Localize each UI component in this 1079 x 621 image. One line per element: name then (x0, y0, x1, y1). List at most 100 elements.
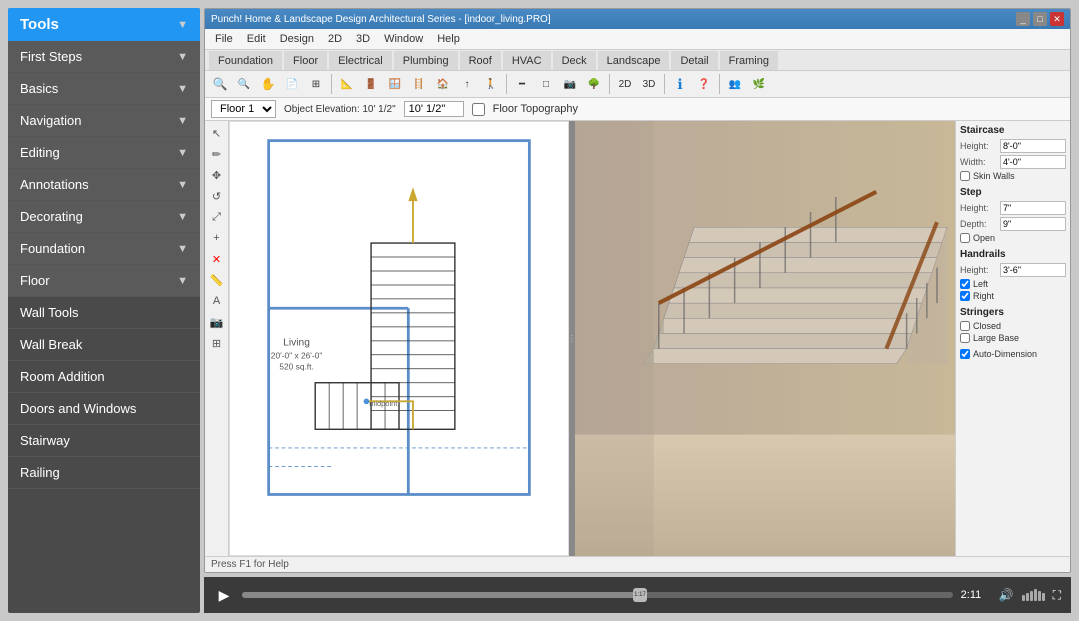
select-tool-icon[interactable]: ↖ (207, 123, 227, 143)
left-checkbox[interactable] (960, 279, 970, 289)
camera2-tool-icon[interactable]: 📷 (207, 312, 227, 332)
handrails-section: Handrails Height: Left Right (960, 249, 1066, 301)
sidebar-item-basics[interactable]: Basics ▼ (8, 73, 200, 105)
sidebar-item-foundation[interactable]: Foundation ▼ (8, 233, 200, 265)
tab-electrical[interactable]: Electrical (329, 51, 392, 70)
measure-tool-icon[interactable]: 📏 (207, 270, 227, 290)
object-elevation-input[interactable] (404, 101, 464, 117)
view-3d-icon[interactable]: 3D (638, 73, 660, 95)
box-icon[interactable]: □ (535, 73, 557, 95)
closed-checkbox[interactable] (960, 321, 970, 331)
floor-select[interactable]: Floor 1 (211, 100, 276, 118)
sidebar-item-navigation[interactable]: Navigation ▼ (8, 105, 200, 137)
step-depth-input[interactable] (1000, 217, 1066, 231)
info-icon[interactable]: ℹ (669, 73, 691, 95)
scale-tool-icon[interactable]: ⤢ (207, 207, 227, 227)
progress-thumb[interactable]: 1:17 (633, 588, 647, 602)
tab-roof[interactable]: Roof (460, 51, 501, 70)
door-icon[interactable]: 🚪 (360, 73, 382, 95)
draw-wall-icon[interactable]: 📐 (336, 73, 358, 95)
vol-bar-3 (1030, 591, 1033, 601)
play-button[interactable]: ▶ (214, 585, 234, 605)
pipe-icon[interactable]: ━ (511, 73, 533, 95)
sidebar-item-wall-break[interactable]: Wall Break (8, 329, 200, 361)
height-input[interactable] (1000, 139, 1066, 153)
zoom-in-icon[interactable]: 🔍 (209, 73, 231, 95)
room-icon[interactable]: 🏠 (432, 73, 454, 95)
document-icon[interactable]: 📄 (281, 73, 303, 95)
grid-icon[interactable]: ⊞ (305, 73, 327, 95)
menu-design[interactable]: Design (274, 31, 320, 47)
sidebar-item-railing[interactable]: Railing (8, 457, 200, 489)
rotate-tool-icon[interactable]: ↺ (207, 186, 227, 206)
right-checkbox[interactable] (960, 291, 970, 301)
tree-icon[interactable]: 🌳 (583, 73, 605, 95)
sidebar-item-decorating[interactable]: Decorating ▼ (8, 201, 200, 233)
volume-icon[interactable]: 🔊 (999, 588, 1014, 602)
sidebar-item-label: Doors and Windows (20, 401, 136, 416)
sidebar-item-stairway[interactable]: Stairway (8, 425, 200, 457)
menu-edit[interactable]: Edit (241, 31, 272, 47)
menu-window[interactable]: Window (378, 31, 429, 47)
landscape-icon[interactable]: 🌿 (748, 73, 770, 95)
width-input[interactable] (1000, 155, 1066, 169)
sidebar-item-editing[interactable]: Editing ▼ (8, 137, 200, 169)
menu-help[interactable]: Help (431, 31, 466, 47)
skin-walls-row: Skin Walls (960, 171, 1066, 181)
view-2d-icon[interactable]: 2D (614, 73, 636, 95)
status-bar: Press F1 for Help (205, 556, 1070, 572)
sidebar-item-doors-windows[interactable]: Doors and Windows (8, 393, 200, 425)
delete-tool-icon[interactable]: ✕ (207, 249, 227, 269)
tab-landscape[interactable]: Landscape (598, 51, 670, 70)
person-icon[interactable]: 🚶 (480, 73, 502, 95)
handrails-height-input[interactable] (1000, 263, 1066, 277)
stringers-section: Stringers Closed Large Base (960, 307, 1066, 343)
auto-dimension-checkbox[interactable] (960, 349, 970, 359)
menu-3d[interactable]: 3D (350, 31, 376, 47)
progress-bar[interactable]: 1:17 (242, 592, 953, 598)
step-height-input[interactable] (1000, 201, 1066, 215)
right-row: Right (960, 291, 1066, 301)
maximize-button[interactable]: □ (1033, 12, 1047, 26)
skin-walls-checkbox[interactable] (960, 171, 970, 181)
tab-detail[interactable]: Detail (671, 51, 717, 70)
tab-deck[interactable]: Deck (553, 51, 596, 70)
people-icon[interactable]: 👥 (724, 73, 746, 95)
tab-foundation[interactable]: Foundation (209, 51, 282, 70)
step-section: Step Height: Depth: Open (960, 187, 1066, 243)
edit-tool-icon[interactable]: ✏ (207, 144, 227, 164)
menu-file[interactable]: File (209, 31, 239, 47)
help-icon[interactable]: ❓ (693, 73, 715, 95)
open-checkbox[interactable] (960, 233, 970, 243)
chevron-icon: ▼ (177, 51, 188, 63)
sidebar-tools-header[interactable]: Tools ▼ (8, 8, 200, 41)
pan-icon[interactable]: ✋ (257, 73, 279, 95)
window-icon[interactable]: 🪟 (384, 73, 406, 95)
floor-topography-checkbox[interactable] (472, 103, 485, 116)
large-base-checkbox[interactable] (960, 333, 970, 343)
grid2-tool-icon[interactable]: ⊞ (207, 333, 227, 353)
sidebar-item-annotations[interactable]: Annotations ▼ (8, 169, 200, 201)
zoom-out-icon[interactable]: 🔍 (233, 73, 255, 95)
sidebar-item-wall-tools[interactable]: Wall Tools (8, 297, 200, 329)
menu-2d[interactable]: 2D (322, 31, 348, 47)
draw-tool-icon[interactable]: + (207, 228, 227, 248)
stairs-icon[interactable]: 🪜 (408, 73, 430, 95)
canvas-area[interactable]: Living 20'-0" x 26'-0" 520 sq.ft. midpoi… (229, 121, 569, 556)
sidebar-item-first-steps[interactable]: First Steps ▼ (8, 41, 200, 73)
move-tool-icon[interactable]: ✥ (207, 165, 227, 185)
tab-hvac[interactable]: HVAC (503, 51, 551, 70)
chevron-icon: ▼ (177, 275, 188, 287)
tab-floor[interactable]: Floor (284, 51, 327, 70)
camera-icon[interactable]: 📷 (559, 73, 581, 95)
arrow-icon[interactable]: ↑ (456, 73, 478, 95)
close-button[interactable]: ✕ (1050, 12, 1064, 26)
sidebar-item-room-addition[interactable]: Room Addition (8, 361, 200, 393)
tab-plumbing[interactable]: Plumbing (394, 51, 458, 70)
minimize-button[interactable]: _ (1016, 12, 1030, 26)
fullscreen-button[interactable]: ⛶ (1053, 588, 1061, 603)
tab-framing[interactable]: Framing (720, 51, 778, 70)
text-tool-icon[interactable]: A (207, 291, 227, 311)
left-label: Left (973, 279, 988, 289)
sidebar-item-floor[interactable]: Floor ▼ (8, 265, 200, 297)
